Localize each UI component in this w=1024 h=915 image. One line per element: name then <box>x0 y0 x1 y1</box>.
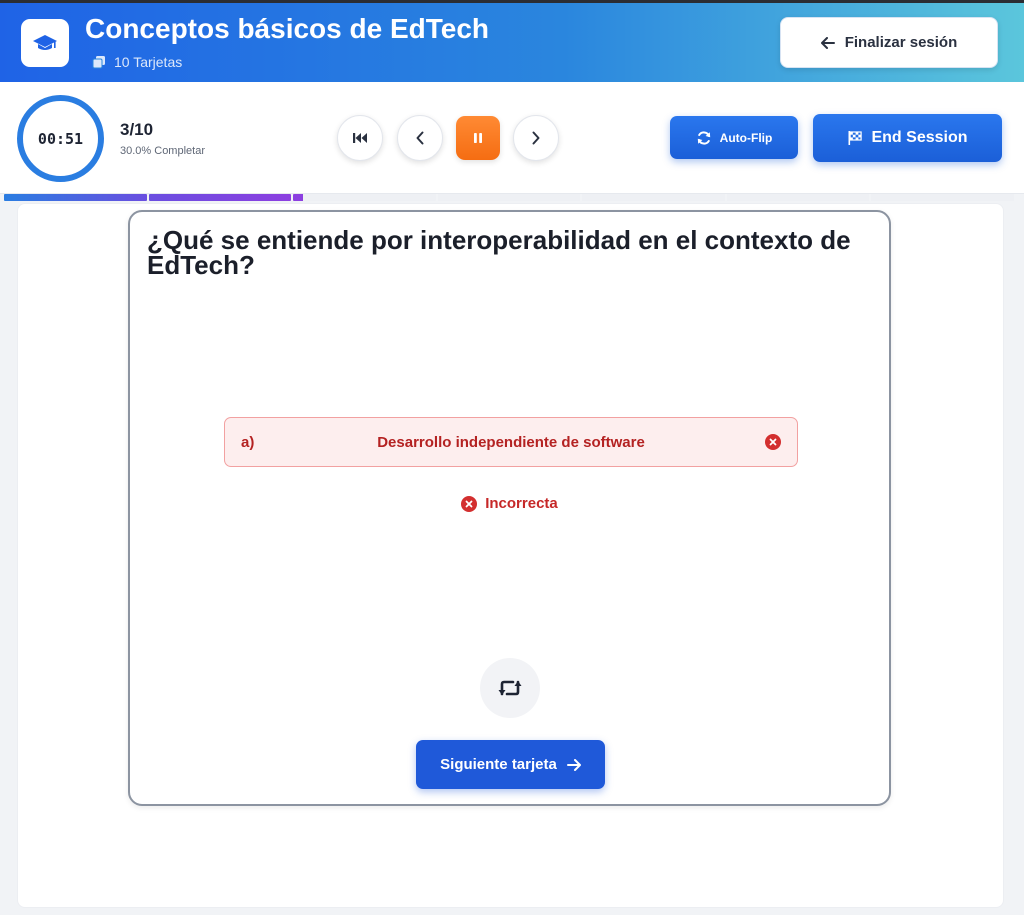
progress-segment <box>4 194 147 201</box>
end-session-label: End Session <box>871 129 968 146</box>
progress-segments <box>4 194 1015 201</box>
next-card-cta-button[interactable]: Siguiente tarjeta <box>416 740 605 789</box>
progress-segment <box>726 194 870 201</box>
progress-segment <box>293 194 436 201</box>
cards-icon <box>92 55 106 69</box>
finalize-session-button[interactable]: Finalizar sesión <box>780 17 998 68</box>
next-card-label: Siguiente tarjeta <box>440 756 557 773</box>
option-letter: a) <box>241 433 255 451</box>
next-card-button[interactable] <box>513 115 559 161</box>
end-session-button[interactable]: End Session <box>813 114 1002 162</box>
retweet-icon <box>497 678 523 698</box>
session-header: Conceptos básicos de EdTech 10 Tarjetas … <box>0 3 1024 82</box>
progress-percent: 30.0% Completar <box>120 145 205 157</box>
flashcard: ¿Qué se entiende por interoperabilidad e… <box>128 210 891 806</box>
graduation-cap-icon <box>32 32 58 54</box>
flip-card-button[interactable] <box>480 658 540 718</box>
arrow-right-icon <box>566 758 581 771</box>
session-toolbar: 00:51 3/10 30.0% Completar Auto-Flip End… <box>0 82 1024 194</box>
flag-checkered-icon <box>847 130 863 146</box>
previous-card-button[interactable] <box>397 115 443 161</box>
finalize-session-label: Finalizar sesión <box>844 34 958 51</box>
pause-icon <box>473 132 483 144</box>
answer-status-label: Incorrecta <box>485 495 558 512</box>
session-timer: 00:51 <box>17 95 104 182</box>
progress-segment <box>582 194 725 201</box>
chevron-left-icon <box>415 131 425 145</box>
arrow-left-icon <box>820 36 835 49</box>
progress-segment <box>437 194 581 201</box>
card-count-label: 10 Tarjetas <box>114 54 183 70</box>
pause-button[interactable] <box>456 116 500 160</box>
card-count: 10 Tarjetas <box>92 54 182 70</box>
app-logo <box>21 19 69 67</box>
answer-status: Incorrecta <box>130 495 889 512</box>
deck-title: Conceptos básicos de EdTech <box>85 13 490 44</box>
card-question: ¿Qué se entiende por interoperabilidad e… <box>147 225 851 280</box>
option-text: Desarrollo independiente de software <box>377 433 645 451</box>
skip-to-start-icon <box>352 132 368 144</box>
auto-flip-button[interactable]: Auto-Flip <box>670 116 798 159</box>
chevron-right-icon <box>531 131 541 145</box>
first-card-button[interactable] <box>337 115 383 161</box>
answer-option-a[interactable]: a) Desarrollo independiente de software <box>224 417 798 467</box>
sync-icon <box>696 130 712 146</box>
progress-segment <box>148 194 292 201</box>
progress-segment <box>871 194 1015 201</box>
auto-flip-label: Auto-Flip <box>719 130 773 145</box>
progress-count: 3/10 <box>120 120 154 139</box>
x-circle-icon <box>461 495 478 512</box>
x-circle-icon <box>765 434 781 450</box>
